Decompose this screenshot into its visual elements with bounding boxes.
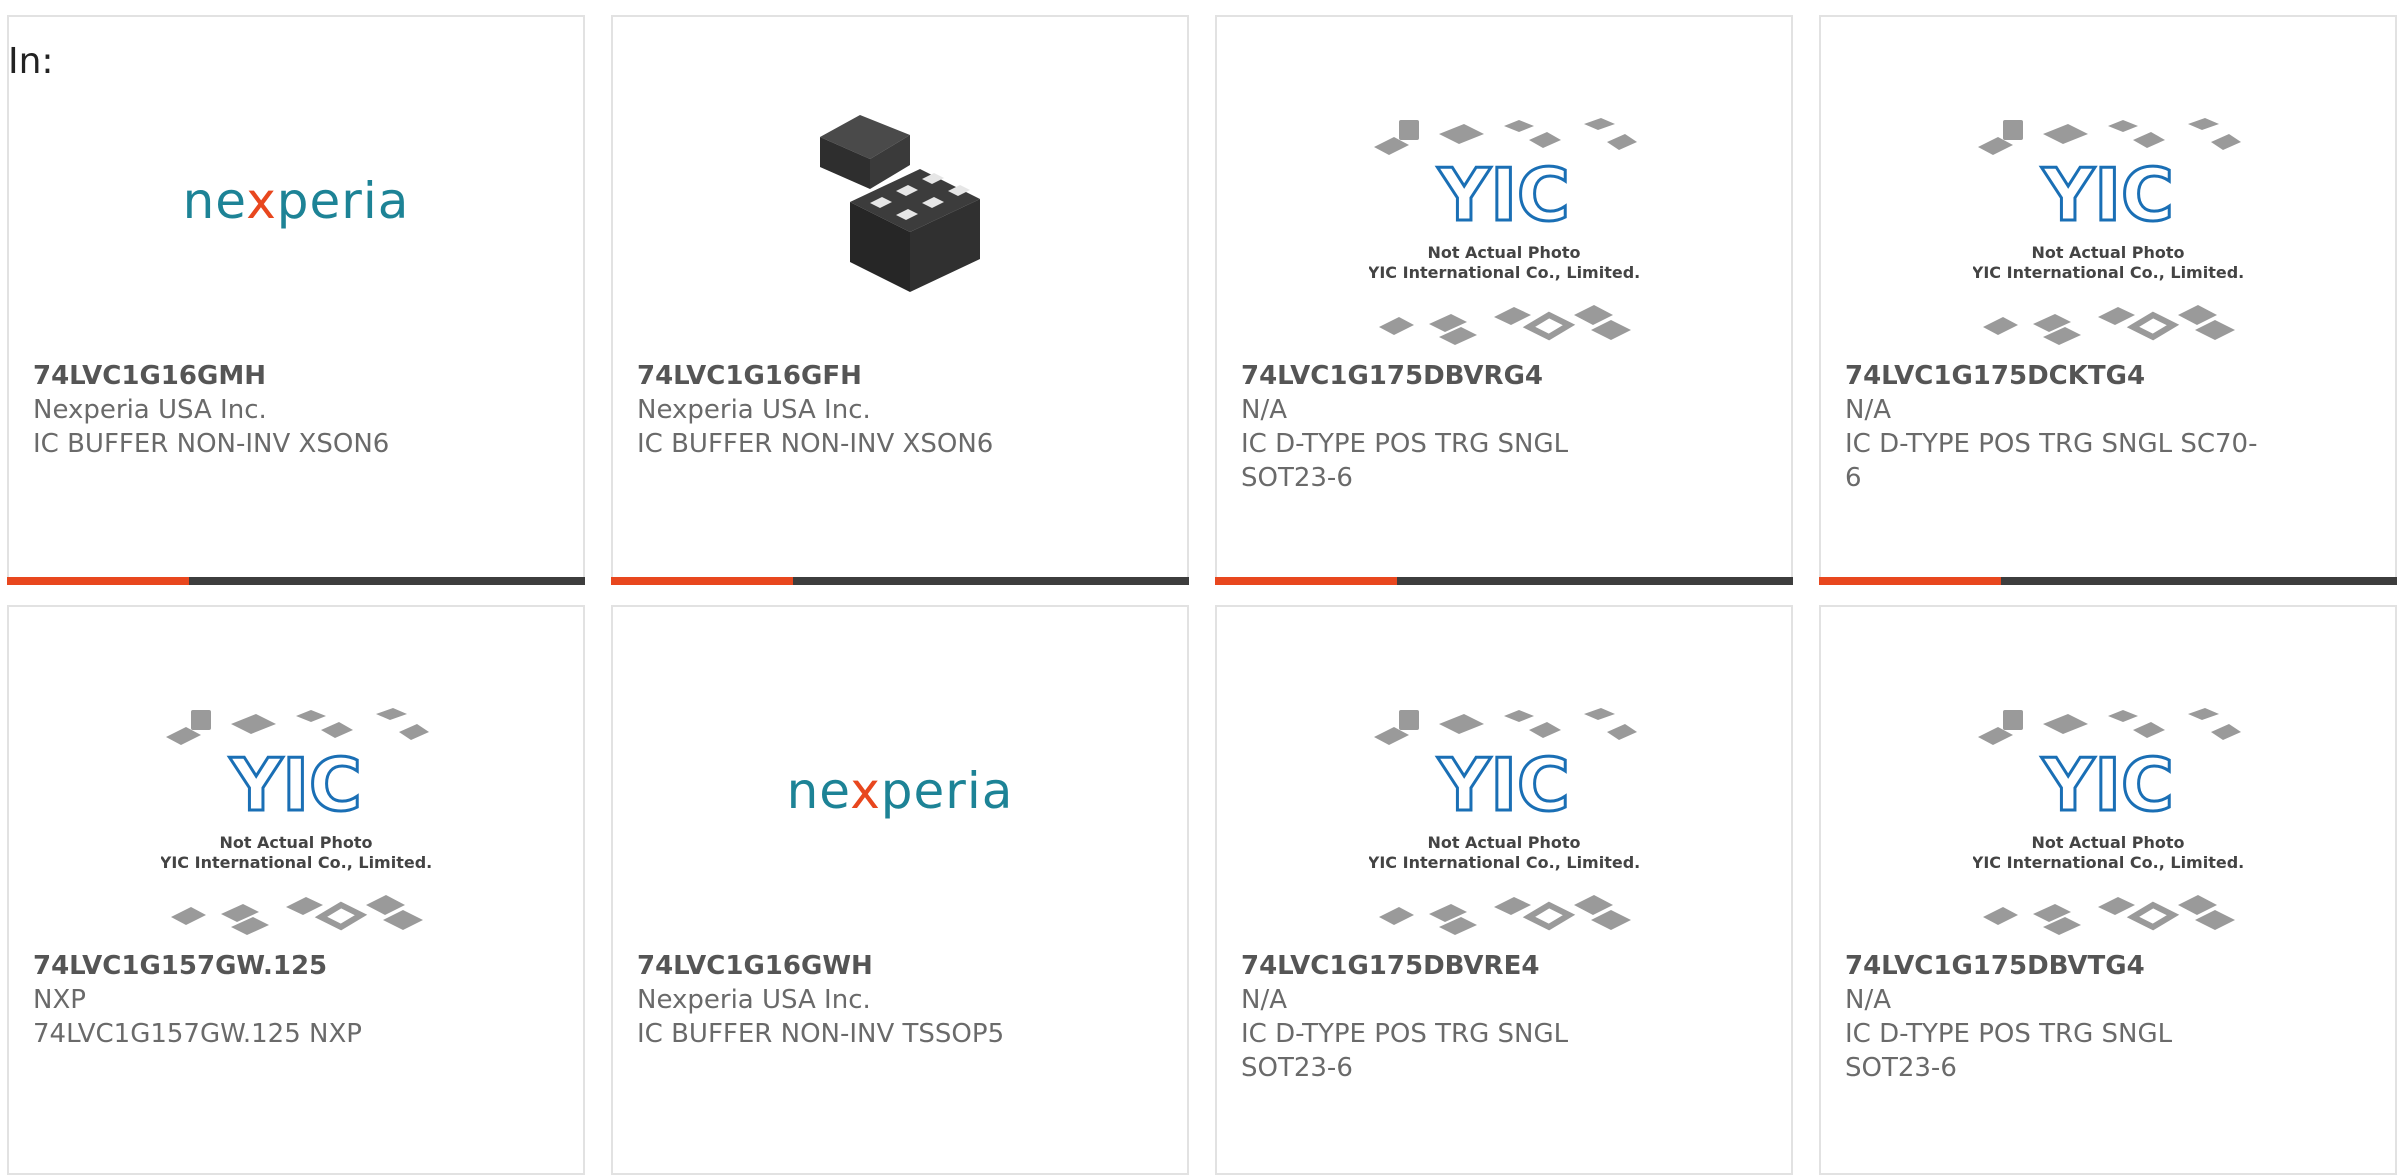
card-bottom-bar (1215, 577, 1793, 585)
product-card[interactable]: YIC Not Actual Photo YIC International C… (1215, 15, 1793, 585)
card-accent-bar (611, 577, 793, 585)
not-actual-photo-placeholder-icon: YIC Not Actual Photo YIC International C… (161, 708, 431, 935)
product-image[interactable]: nexperia (613, 607, 1187, 937)
svg-text:YIC International Co., Limited: YIC International Co., Limited. (1369, 263, 1639, 282)
svg-text:YIC: YIC (1437, 153, 1570, 237)
card-accent-bar (1819, 577, 2001, 585)
chip-package-icon (820, 115, 980, 292)
product-card[interactable]: 74LVC1G16GFH Nexperia USA Inc. IC BUFFER… (611, 15, 1189, 585)
manufacturer: N/A (1241, 395, 1287, 425)
product-image[interactable]: YIC Not Actual Photo YIC International C… (1217, 17, 1791, 347)
svg-text:Not Actual Photo: Not Actual Photo (2031, 243, 2184, 262)
description-continued: SOT23-6 (1845, 1053, 1957, 1083)
svg-text:YIC International Co., Limited: YIC International Co., Limited. (1973, 263, 2243, 282)
part-number-link[interactable]: 74LVC1G175DBVRG4 (1241, 359, 1681, 393)
not-actual-photo-placeholder-icon: YIC Not Actual Photo YIC International C… (1973, 708, 2243, 935)
manufacturer: Nexperia USA Inc. (637, 985, 871, 1015)
description: IC D-TYPE POS TRG SNGL (1845, 1019, 2173, 1049)
not-actual-photo-placeholder-icon: YIC Not Actual Photo YIC International C… (1369, 118, 1639, 345)
description: IC BUFFER NON-INV XSON6 (33, 429, 390, 459)
part-number-link[interactable]: 74LVC1G175DCKTG4 (1845, 359, 2285, 393)
product-image[interactable]: YIC Not Actual Photo YIC International C… (1821, 17, 2395, 347)
part-number-link[interactable]: 74LVC1G175DBVRE4 (1241, 949, 1681, 983)
svg-text:YIC: YIC (1437, 743, 1570, 827)
manufacturer: N/A (1845, 985, 1891, 1015)
product-image[interactable]: YIC Not Actual Photo YIC International C… (1821, 607, 2395, 937)
svg-text:YIC: YIC (229, 743, 362, 827)
svg-text:YIC: YIC (2041, 153, 2174, 237)
description: IC D-TYPE POS TRG SNGL SC70- (1845, 429, 2258, 459)
card-accent-bar (7, 577, 189, 585)
svg-text:Not Actual Photo: Not Actual Photo (2031, 833, 2184, 852)
card-accent-bar (1215, 577, 1397, 585)
manufacturer: NXP (33, 985, 86, 1015)
product-card[interactable]: YIC Not Actual Photo YIC International C… (1215, 605, 1793, 1175)
svg-text:YIC International Co., Limited: YIC International Co., Limited. (1369, 853, 1639, 872)
product-image[interactable]: YIC Not Actual Photo YIC International C… (1217, 607, 1791, 937)
product-card[interactable]: nexperia 74LVC1G16GWH Nexperia USA Inc. … (611, 605, 1189, 1175)
part-number-link[interactable]: 74LVC1G16GFH (637, 359, 1077, 393)
product-image[interactable]: nexperia (9, 17, 583, 347)
product-image[interactable] (613, 17, 1187, 347)
nexperia-logo: nexperia (786, 762, 1014, 820)
filter-label: In: (8, 41, 54, 82)
svg-text:YIC International Co., Limited: YIC International Co., Limited. (1973, 853, 2243, 872)
card-bottom-bar (1819, 577, 2397, 585)
manufacturer: N/A (1241, 985, 1287, 1015)
product-image[interactable]: YIC Not Actual Photo YIC International C… (9, 607, 583, 937)
card-bottom-bar (611, 577, 1189, 585)
manufacturer: Nexperia USA Inc. (33, 395, 267, 425)
product-card[interactable]: nexperia 74LVC1G16GMH Nexperia USA Inc. … (7, 15, 585, 585)
description: IC BUFFER NON-INV XSON6 (637, 429, 994, 459)
nexperia-logo: nexperia (182, 172, 410, 230)
not-actual-photo-placeholder-icon: YIC Not Actual Photo YIC International C… (1369, 708, 1639, 935)
not-actual-photo-placeholder-icon: YIC Not Actual Photo YIC International C… (1973, 118, 2243, 345)
part-number-link[interactable]: 74LVC1G157GW.125 (33, 949, 473, 983)
svg-text:YIC International Co., Limited: YIC International Co., Limited. (161, 853, 431, 872)
product-card[interactable]: YIC Not Actual Photo YIC International C… (1819, 605, 2397, 1175)
description: IC D-TYPE POS TRG SNGL (1241, 1019, 1569, 1049)
svg-text:YIC: YIC (2041, 743, 2174, 827)
product-card[interactable]: YIC Not Actual Photo YIC International C… (1819, 15, 2397, 585)
card-bottom-bar (7, 577, 585, 585)
svg-text:Not Actual Photo: Not Actual Photo (1427, 243, 1580, 262)
product-grid: nexperia 74LVC1G16GMH Nexperia USA Inc. … (0, 0, 2400, 1175)
description-continued: SOT23-6 (1241, 463, 1353, 493)
manufacturer: N/A (1845, 395, 1891, 425)
description-continued: 6 (1845, 463, 1862, 493)
description: 74LVC1G157GW.125 NXP (33, 1019, 362, 1049)
product-card[interactable]: YIC Not Actual Photo YIC International C… (7, 605, 585, 1175)
svg-text:Not Actual Photo: Not Actual Photo (1427, 833, 1580, 852)
description-continued: SOT23-6 (1241, 1053, 1353, 1083)
description: IC BUFFER NON-INV TSSOP5 (637, 1019, 1005, 1049)
manufacturer: Nexperia USA Inc. (637, 395, 871, 425)
part-number-link[interactable]: 74LVC1G16GWH (637, 949, 1077, 983)
svg-text:Not Actual Photo: Not Actual Photo (219, 833, 372, 852)
description: IC D-TYPE POS TRG SNGL (1241, 429, 1569, 459)
part-number-link[interactable]: 74LVC1G175DBVTG4 (1845, 949, 2285, 983)
part-number-link[interactable]: 74LVC1G16GMH (33, 359, 473, 393)
